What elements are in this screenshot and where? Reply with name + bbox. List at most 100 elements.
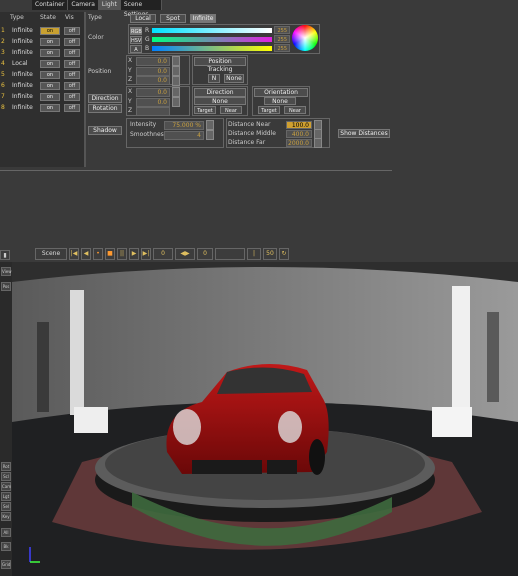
rotation-y-field[interactable]: 0.0	[136, 98, 170, 107]
frame-field[interactable]: 0	[153, 248, 173, 260]
tab-scene-settings[interactable]: Scene Settings	[121, 0, 162, 18]
position-y-field[interactable]: 0.0	[136, 67, 170, 76]
distance-near-field[interactable]: 100.0	[286, 121, 312, 129]
frame-stepper-icon[interactable]: ◀▶	[175, 248, 195, 260]
rotation-z-field[interactable]	[136, 107, 170, 116]
type-infinite-button[interactable]: Infinite	[190, 14, 216, 23]
light-row[interactable]: 5 Infinite on off	[0, 70, 84, 80]
position-tracking-none-button[interactable]: None	[224, 74, 244, 83]
light-row[interactable]: 3 Infinite on off	[0, 48, 84, 58]
light-row[interactable]: 6 Infinite on off	[0, 81, 84, 91]
tool-light[interactable]: Lgt	[1, 492, 11, 501]
loop-icon[interactable]: ↻	[279, 248, 289, 260]
step-back-icon[interactable]: ◀	[81, 248, 91, 260]
color-wheel[interactable]	[292, 25, 318, 51]
distance-far-spinner[interactable]	[314, 138, 322, 148]
color-mode-alpha[interactable]: A	[130, 45, 142, 53]
light-vis-toggle[interactable]: off	[64, 82, 80, 90]
marker-icon[interactable]: |	[247, 248, 261, 260]
orientation-near-button[interactable]: Near	[284, 106, 306, 114]
intensity-spinner[interactable]	[206, 120, 214, 130]
light-state-toggle[interactable]: on	[40, 93, 60, 101]
color-mode-hsv[interactable]: HSV	[130, 36, 142, 44]
light-vis-toggle[interactable]: off	[64, 71, 80, 79]
pause-icon[interactable]: ||	[117, 248, 127, 260]
current-frame-field[interactable]: 0	[197, 248, 213, 260]
rotation-y-spinner[interactable]	[172, 97, 180, 107]
channel-b-slider[interactable]	[152, 46, 272, 51]
position-z-spinner[interactable]	[172, 76, 180, 86]
tool-pos[interactable]: Pos	[1, 282, 11, 291]
direction-target-button[interactable]: Target	[194, 106, 216, 114]
light-vis-toggle[interactable]: off	[64, 27, 80, 35]
tab-camera[interactable]: Camera	[68, 0, 99, 10]
position-y-spinner[interactable]	[172, 66, 180, 76]
light-state-toggle[interactable]: on	[40, 38, 60, 46]
orientation-tracking-value[interactable]: None	[264, 97, 296, 105]
light-state-toggle[interactable]: on	[40, 71, 60, 79]
intensity-field[interactable]: 75.000 %	[164, 121, 204, 130]
light-vis-toggle[interactable]: off	[64, 93, 80, 101]
direction-tracking-value[interactable]: None	[194, 97, 246, 105]
3d-viewport[interactable]	[12, 262, 518, 576]
dot-icon[interactable]: •	[93, 248, 103, 260]
light-row[interactable]: 2 Infinite on off	[0, 37, 84, 47]
view-select[interactable]: Scene	[35, 248, 67, 260]
position-x-field[interactable]: 0.0	[136, 57, 170, 66]
tool-cam[interactable]: Cam	[1, 482, 11, 491]
stop-icon[interactable]: ■	[105, 248, 115, 260]
position-tracking-button[interactable]: Position Tracking	[194, 57, 246, 73]
smoothness-spinner[interactable]	[206, 130, 214, 140]
light-state-toggle[interactable]: on	[40, 60, 60, 68]
direction-tracking-button[interactable]: Direction Tracking	[194, 88, 246, 104]
light-row[interactable]: 8 Infinite on off	[0, 103, 84, 113]
tool-select[interactable]: Sel	[1, 502, 11, 511]
tab-container[interactable]: Container	[32, 0, 69, 10]
light-state-toggle[interactable]: on	[40, 104, 60, 112]
tool-view[interactable]: View	[1, 267, 12, 276]
tool-key[interactable]: Key	[1, 512, 11, 521]
play-icon[interactable]: ▶	[129, 248, 139, 260]
light-state-toggle[interactable]: on	[40, 49, 60, 57]
channel-b-value[interactable]: 255	[274, 44, 290, 52]
channel-g-value[interactable]: 255	[274, 35, 290, 43]
tab-light[interactable]: Light	[98, 0, 121, 10]
rotation-button[interactable]: Rotation	[88, 104, 122, 113]
channel-r-slider[interactable]	[152, 28, 272, 33]
type-local-button[interactable]: Local	[130, 14, 156, 23]
orientation-tracking-button[interactable]: Orientation Tracking	[254, 88, 308, 104]
show-distances-button[interactable]: Show Distances	[338, 129, 390, 138]
orientation-target-button[interactable]: Target	[258, 106, 280, 114]
timeline-slider[interactable]	[215, 248, 245, 260]
position-x-spinner[interactable]	[172, 56, 180, 66]
tool-grid[interactable]: Grid	[1, 560, 11, 569]
light-vis-toggle[interactable]: off	[64, 38, 80, 46]
light-vis-toggle[interactable]: off	[64, 104, 80, 112]
direction-near-button[interactable]: Near	[220, 106, 242, 114]
position-tracking-n-button[interactable]: N	[208, 74, 220, 83]
direction-button[interactable]: Direction	[88, 94, 122, 103]
light-state-toggle[interactable]: on	[40, 27, 60, 35]
shadow-button[interactable]: Shadow	[88, 126, 122, 135]
go-end-icon[interactable]: ▶|	[141, 248, 151, 260]
position-z-field[interactable]: 0.0	[136, 76, 170, 85]
tool-back[interactable]: Bk	[1, 542, 11, 551]
go-start-icon[interactable]: |◀	[69, 248, 79, 260]
light-row[interactable]: 4 Local on off	[0, 59, 84, 69]
type-spot-button[interactable]: Spot	[160, 14, 186, 23]
rotation-x-spinner[interactable]	[172, 87, 180, 97]
channel-r-value[interactable]: 255	[274, 26, 290, 34]
rotation-x-field[interactable]: 0.0	[136, 88, 170, 97]
tool-rot[interactable]: Rot	[1, 462, 11, 471]
light-row[interactable]: 7 Infinite on off	[0, 92, 84, 102]
channel-g-slider[interactable]	[152, 37, 272, 42]
end-frame-field[interactable]: 50	[263, 248, 277, 260]
light-vis-toggle[interactable]: off	[64, 60, 80, 68]
smoothness-field[interactable]: 4	[164, 131, 204, 140]
light-vis-toggle[interactable]: off	[64, 49, 80, 57]
tool-scale[interactable]: Scl	[1, 472, 11, 481]
lock-icon[interactable]: ▮	[0, 250, 10, 260]
light-state-toggle[interactable]: on	[40, 82, 60, 90]
light-row[interactable]: 1 Infinite on off	[0, 26, 84, 36]
color-mode-rgb[interactable]: RGB	[130, 27, 142, 35]
